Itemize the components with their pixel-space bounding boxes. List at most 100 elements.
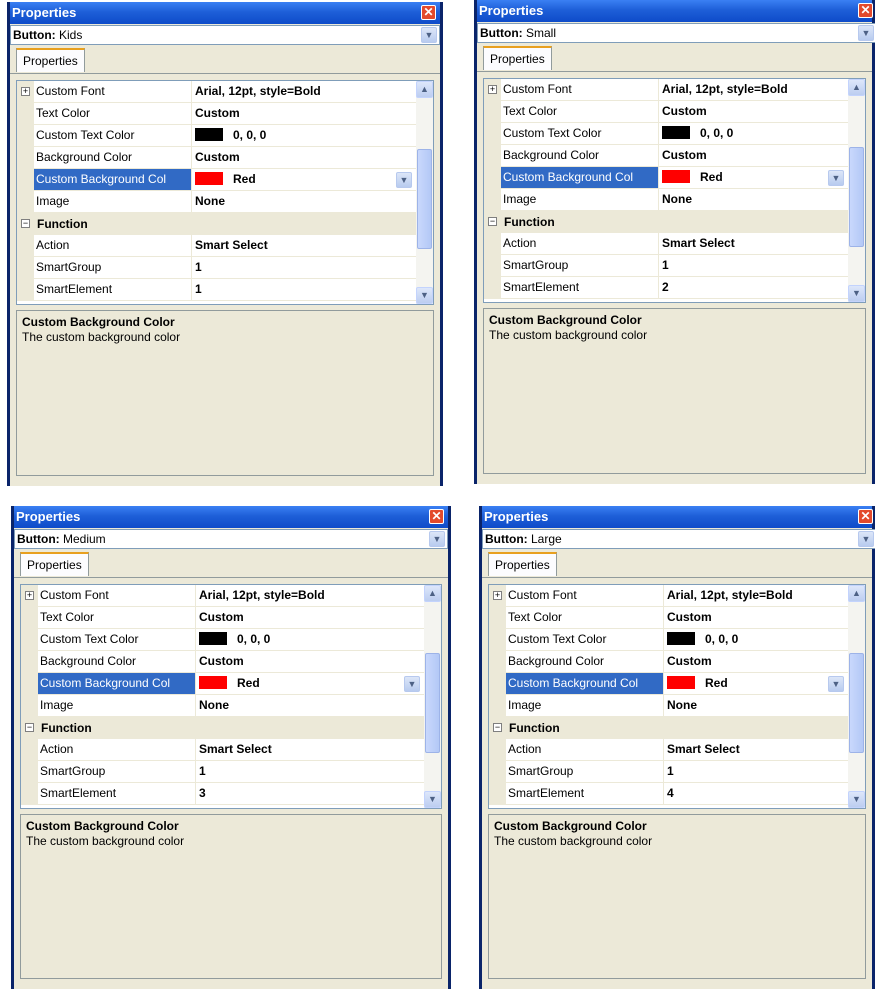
property-row-custom-text-color[interactable]: Custom Text Color 0, 0, 0: [484, 123, 848, 145]
property-row-smartgroup[interactable]: SmartGroup 1: [17, 257, 416, 279]
property-row-action[interactable]: Action Smart Select: [17, 235, 416, 257]
property-name: Image: [501, 189, 659, 210]
scroll-down-icon[interactable]: ▼: [424, 791, 441, 808]
property-row-smartelement[interactable]: SmartElement 2: [484, 277, 848, 299]
scroll-down-icon[interactable]: ▼: [416, 287, 433, 304]
color-swatch: [662, 170, 690, 183]
property-row-background-color[interactable]: Background Color Custom: [17, 147, 416, 169]
scroll-up-icon[interactable]: ▲: [848, 79, 865, 96]
close-icon[interactable]: ✕: [429, 509, 444, 524]
property-row-custom-background-color[interactable]: Custom Background Col Red ▼: [21, 673, 424, 695]
property-row-custom-text-color[interactable]: Custom Text Color 0, 0, 0: [17, 125, 416, 147]
collapse-minus-icon[interactable]: −: [25, 723, 34, 732]
property-row-action[interactable]: Action Smart Select: [484, 233, 848, 255]
property-row-smartelement[interactable]: SmartElement 1: [17, 279, 416, 301]
property-value[interactable]: Red: [659, 167, 831, 188]
property-row-action[interactable]: Action Smart Select: [21, 739, 424, 761]
vertical-scrollbar[interactable]: ▲ ▼: [848, 79, 865, 302]
property-row-image[interactable]: Image None: [489, 695, 848, 717]
close-icon[interactable]: ✕: [858, 3, 873, 18]
property-name: Custom Text Color: [38, 629, 196, 650]
property-row-custom-background-color[interactable]: Custom Background Col Red ▼: [484, 167, 848, 189]
collapse-minus-icon[interactable]: −: [493, 723, 502, 732]
vertical-scrollbar[interactable]: ▲ ▼: [848, 585, 865, 808]
window-title: Properties: [12, 5, 77, 20]
property-row-custom-background-color[interactable]: Custom Background Col Red ▼: [17, 169, 416, 191]
property-row-image[interactable]: Image None: [17, 191, 416, 213]
object-selector[interactable]: Button: Medium ▼: [14, 529, 448, 549]
window-titlebar[interactable]: Properties ✕: [477, 0, 873, 22]
property-value[interactable]: Red: [196, 673, 407, 694]
tab-properties[interactable]: Properties: [483, 46, 552, 70]
property-row-text-color[interactable]: Text Color Custom: [17, 103, 416, 125]
chevron-down-icon[interactable]: ▼: [429, 531, 445, 547]
tab-properties[interactable]: Properties: [20, 552, 89, 576]
chevron-down-icon[interactable]: ▼: [396, 172, 412, 188]
property-value[interactable]: Red: [664, 673, 831, 694]
chevron-down-icon[interactable]: ▼: [828, 676, 844, 692]
expand-plus-icon[interactable]: +: [25, 591, 34, 600]
property-row-background-color[interactable]: Background Color Custom: [489, 651, 848, 673]
vertical-scrollbar[interactable]: ▲ ▼: [416, 81, 433, 304]
scroll-down-icon[interactable]: ▼: [848, 285, 865, 302]
property-row-image[interactable]: Image None: [484, 189, 848, 211]
collapse-minus-icon[interactable]: −: [21, 219, 30, 228]
expand-plus-icon[interactable]: +: [488, 85, 497, 94]
scroll-up-icon[interactable]: ▲: [424, 585, 441, 602]
category-row-function[interactable]: − Function: [489, 717, 848, 739]
property-value[interactable]: Red: [192, 169, 399, 190]
property-row-custom-text-color[interactable]: Custom Text Color 0, 0, 0: [21, 629, 424, 651]
object-type-label: Button:: [485, 532, 528, 546]
chevron-down-icon[interactable]: ▼: [858, 25, 874, 41]
object-selector[interactable]: Button: Small ▼: [477, 23, 875, 43]
scroll-up-icon[interactable]: ▲: [416, 81, 433, 98]
property-row-smartelement[interactable]: SmartElement 4: [489, 783, 848, 805]
expand-plus-icon[interactable]: +: [493, 591, 502, 600]
property-row-text-color[interactable]: Text Color Custom: [489, 607, 848, 629]
property-row-smartgroup[interactable]: SmartGroup 1: [484, 255, 848, 277]
window-titlebar[interactable]: Properties ✕: [10, 2, 440, 24]
property-row-custom-font[interactable]: + Custom Font Arial, 12pt, style=Bold: [489, 585, 848, 607]
expand-plus-icon[interactable]: +: [21, 87, 30, 96]
close-icon[interactable]: ✕: [858, 509, 873, 524]
chevron-down-icon[interactable]: ▼: [858, 531, 874, 547]
category-row-function[interactable]: − Function: [484, 211, 848, 233]
property-row-background-color[interactable]: Background Color Custom: [21, 651, 424, 673]
property-row-smartgroup[interactable]: SmartGroup 1: [21, 761, 424, 783]
scroll-up-icon[interactable]: ▲: [848, 585, 865, 602]
category-row-function[interactable]: − Function: [21, 717, 424, 739]
property-row-custom-text-color[interactable]: Custom Text Color 0, 0, 0: [489, 629, 848, 651]
color-swatch: [667, 676, 695, 689]
scroll-thumb[interactable]: [417, 149, 432, 249]
chevron-down-icon[interactable]: ▼: [828, 170, 844, 186]
property-row-custom-font[interactable]: + Custom Font Arial, 12pt, style=Bold: [17, 81, 416, 103]
collapse-minus-icon[interactable]: −: [488, 217, 497, 226]
property-row-text-color[interactable]: Text Color Custom: [484, 101, 848, 123]
object-selector[interactable]: Button: Kids ▼: [10, 25, 440, 45]
property-row-custom-font[interactable]: + Custom Font Arial, 12pt, style=Bold: [21, 585, 424, 607]
tab-properties[interactable]: Properties: [16, 48, 85, 72]
close-icon[interactable]: ✕: [421, 5, 436, 20]
scroll-thumb[interactable]: [849, 147, 864, 247]
window-titlebar[interactable]: Properties ✕: [14, 506, 448, 528]
property-row-action[interactable]: Action Smart Select: [489, 739, 848, 761]
property-row-smartelement[interactable]: SmartElement 3: [21, 783, 424, 805]
property-value: None: [199, 698, 229, 712]
object-selector[interactable]: Button: Large ▼: [482, 529, 875, 549]
property-row-custom-font[interactable]: + Custom Font Arial, 12pt, style=Bold: [484, 79, 848, 101]
vertical-scrollbar[interactable]: ▲ ▼: [424, 585, 441, 808]
property-row-text-color[interactable]: Text Color Custom: [21, 607, 424, 629]
property-row-background-color[interactable]: Background Color Custom: [484, 145, 848, 167]
tab-properties[interactable]: Properties: [488, 552, 557, 576]
property-row-image[interactable]: Image None: [21, 695, 424, 717]
category-row-function[interactable]: − Function: [17, 213, 416, 235]
scroll-down-icon[interactable]: ▼: [848, 791, 865, 808]
property-row-custom-background-color[interactable]: Custom Background Col Red ▼: [489, 673, 848, 695]
property-row-smartgroup[interactable]: SmartGroup 1: [489, 761, 848, 783]
chevron-down-icon[interactable]: ▼: [404, 676, 420, 692]
window-titlebar[interactable]: Properties ✕: [482, 506, 873, 528]
scroll-thumb[interactable]: [849, 653, 864, 753]
chevron-down-icon[interactable]: ▼: [421, 27, 437, 43]
color-value: 0, 0, 0: [700, 126, 734, 140]
scroll-thumb[interactable]: [425, 653, 440, 753]
